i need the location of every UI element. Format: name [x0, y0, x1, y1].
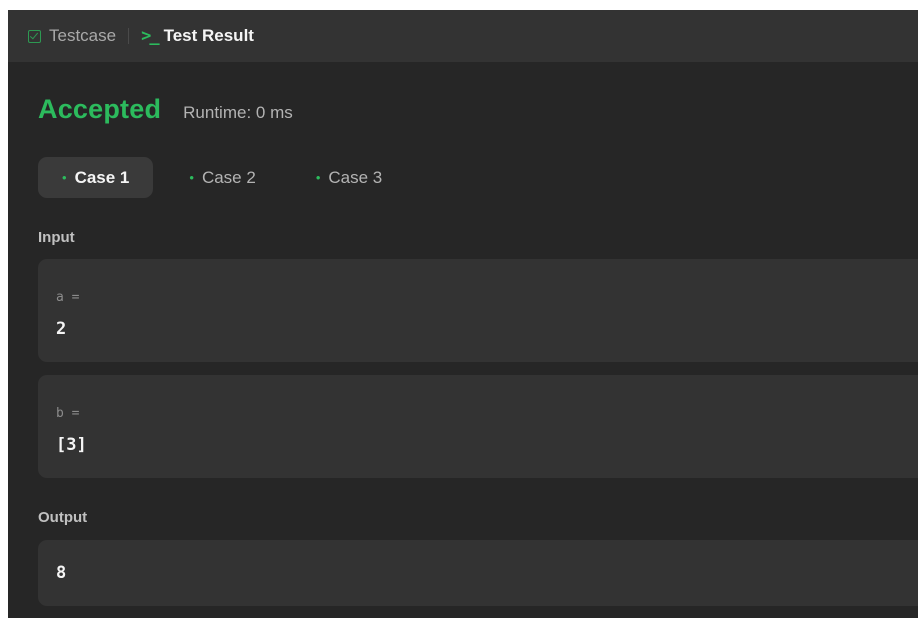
param-value: [3]	[56, 435, 87, 455]
case-tab-label: Case 1	[74, 167, 130, 187]
input-label: Input	[38, 229, 75, 246]
case-tab-label: Case 2	[201, 167, 256, 187]
output-label: Output	[38, 509, 88, 526]
tab-test-result[interactable]: >_ Test Result	[141, 10, 254, 62]
case-status-dot-icon: •	[189, 170, 194, 185]
tab-test-result-label: Test Result	[163, 26, 254, 45]
input-param-a: a = 2	[38, 259, 918, 362]
param-name: b =	[56, 406, 80, 421]
terminal-icon: >_	[141, 26, 160, 46]
case-status-dot-icon: •	[62, 170, 67, 185]
case-status-dot-icon: •	[315, 170, 321, 185]
input-param-b: b = [3]	[38, 375, 918, 478]
case-tab-label: Case 3	[328, 167, 383, 187]
result-summary: Accepted Runtime: 0 ms	[38, 94, 293, 125]
tab-testcase-label: Testcase	[49, 26, 117, 45]
case-tab-1[interactable]: • Case 1	[38, 157, 154, 198]
tab-testcase[interactable]: Testcase	[28, 10, 116, 62]
case-tabs: • Case 1 • Case 2 • Case 3	[38, 157, 418, 198]
status-badge: Accepted	[38, 94, 162, 124]
case-tab-3[interactable]: • Case 3	[292, 157, 406, 198]
param-value: 2	[56, 319, 67, 339]
tab-divider	[128, 28, 130, 44]
output-box: 8	[38, 540, 918, 606]
test-result-panel: Testcase >_ Test Result Accepted Runtime…	[8, 10, 918, 618]
output-value: 8	[56, 563, 67, 583]
runtime-text: Runtime: 0 ms	[183, 103, 293, 122]
checkbox-icon	[28, 29, 41, 43]
param-name: a =	[56, 290, 80, 305]
case-tab-2[interactable]: • Case 2	[165, 157, 279, 198]
panel-tabbar: Testcase >_ Test Result	[8, 10, 918, 62]
